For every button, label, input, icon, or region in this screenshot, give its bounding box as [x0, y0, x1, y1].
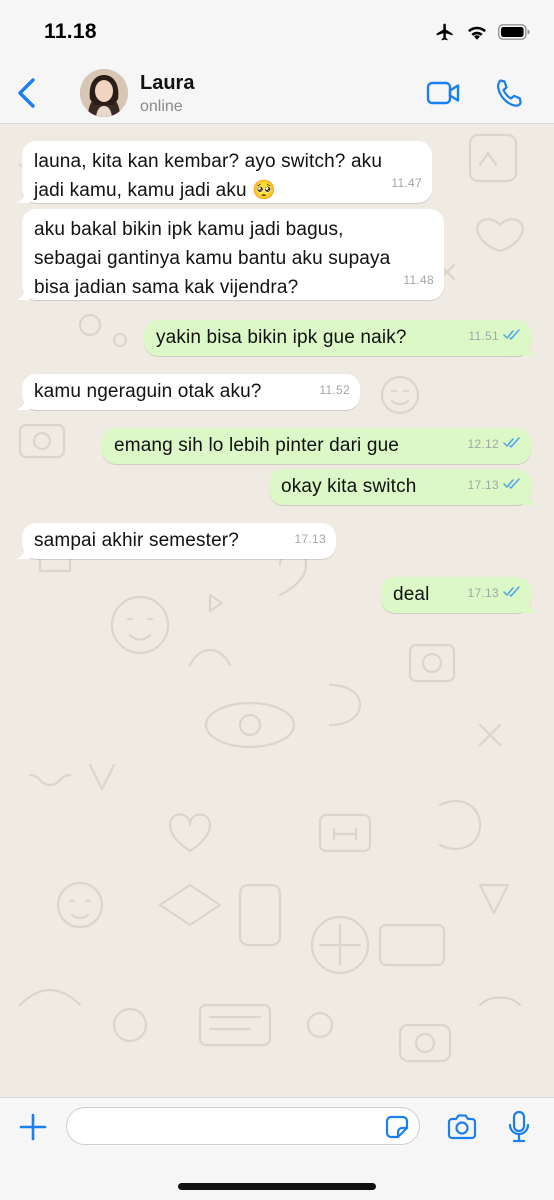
message-bubble-incoming[interactable]: launa, kita kan kembar? ayo switch? aku …: [16, 141, 432, 203]
read-ticks-icon: [503, 579, 521, 608]
message-text: sampai akhir semester?: [34, 530, 239, 551]
message-time: 11.51: [468, 329, 499, 343]
message-bubble-incoming[interactable]: kamu ngeraguin otak aku? 11.52: [16, 374, 360, 410]
microphone-icon: [508, 1110, 530, 1148]
message-bubble-outgoing[interactable]: okay kita switch 17.13: [269, 469, 537, 505]
message-meta: 12.12: [467, 430, 521, 459]
message-meta: 17.13: [294, 525, 326, 554]
message-text: launa, kita kan kembar? ayo switch? aku …: [34, 151, 383, 201]
read-ticks-icon: [503, 322, 521, 351]
phone-icon: [494, 79, 522, 112]
attach-button[interactable]: [18, 1112, 48, 1142]
battery-icon: [498, 24, 530, 45]
back-button[interactable]: [14, 76, 42, 110]
bubble-tail: [523, 491, 537, 505]
read-ticks-icon: [503, 471, 521, 500]
bubble-tail: [16, 189, 30, 203]
sticker-icon: [384, 1115, 410, 1144]
chat-area[interactable]: launa, kita kan kembar? ayo switch? aku …: [0, 125, 554, 1097]
plus-icon: [18, 1113, 48, 1146]
video-call-button[interactable]: [426, 80, 462, 106]
message-input[interactable]: [66, 1107, 420, 1145]
microphone-button[interactable]: [508, 1110, 530, 1144]
message-bubble-incoming[interactable]: aku bakal bikin ipk kamu jadi bagus, seb…: [16, 209, 444, 300]
bubble-tail: [16, 396, 30, 410]
chat-header: Laura online: [0, 62, 554, 124]
video-call-icon: [426, 81, 462, 110]
message-bubble-outgoing[interactable]: emang sih lo lebih pinter dari gue 12.12: [102, 428, 531, 464]
message-bubble-outgoing[interactable]: deal 17.13: [381, 577, 537, 613]
message-time: 11.48: [403, 273, 434, 287]
sticker-button[interactable]: [384, 1114, 410, 1140]
bubble-tail: [16, 286, 30, 300]
message-time: 11.47: [391, 176, 422, 190]
bubble-tail: [16, 545, 30, 559]
home-indicator[interactable]: [178, 1183, 376, 1190]
message-meta: 11.51: [468, 322, 521, 351]
message-text: emang sih lo lebih pinter dari gue: [114, 435, 399, 456]
message-bubble-incoming[interactable]: sampai akhir semester? 17.13: [16, 523, 336, 559]
contact-status: online: [140, 98, 183, 115]
message-bubble-outgoing[interactable]: yakin bisa bikin ipk gue naik? 11.51: [144, 320, 537, 356]
message-meta: 11.48: [403, 266, 434, 295]
message-time: 12.12: [467, 437, 499, 451]
message-time: 17.13: [467, 478, 499, 492]
message-text: aku bakal bikin ipk kamu jadi bagus, seb…: [34, 219, 391, 298]
status-time: 11.18: [44, 20, 97, 43]
message-time: 11.52: [319, 383, 350, 397]
message-text: kamu ngeraguin otak aku?: [34, 381, 262, 402]
contact-name[interactable]: Laura: [140, 72, 194, 95]
bubble-tail: [523, 599, 537, 613]
message-meta: 17.13: [467, 471, 521, 500]
voice-call-button[interactable]: [494, 78, 522, 108]
contact-avatar[interactable]: [80, 69, 128, 117]
message-meta: 17.13: [467, 579, 521, 608]
back-chevron-icon: [14, 78, 42, 114]
camera-icon: [446, 1114, 478, 1145]
airplane-icon: [434, 22, 456, 47]
bubble-tail: [523, 342, 537, 356]
read-ticks-icon: [503, 430, 521, 459]
message-time: 17.13: [467, 586, 499, 600]
composer-bar: [0, 1097, 554, 1200]
status-icons: [434, 22, 530, 47]
message-meta: 11.47: [391, 169, 422, 198]
wifi-icon: [466, 23, 488, 46]
message-meta: 11.52: [319, 376, 350, 405]
message-text: yakin bisa bikin ipk gue naik?: [156, 327, 407, 348]
status-bar: 11.18: [0, 0, 554, 62]
message-time: 17.13: [294, 532, 326, 546]
camera-button[interactable]: [446, 1113, 478, 1141]
